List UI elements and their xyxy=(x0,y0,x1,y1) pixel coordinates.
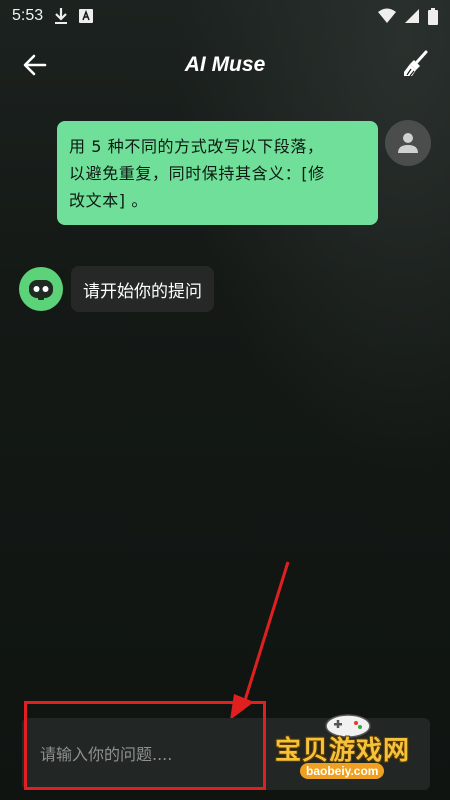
broom-icon xyxy=(404,50,428,77)
message-line: 改文本] 。 xyxy=(69,191,148,210)
page-title: AI Muse xyxy=(184,53,266,76)
message-line: 以避免重复，同时保持其含义：[修 xyxy=(69,164,325,183)
watermark-text: 宝贝游戏网 xyxy=(275,736,411,766)
robot-icon xyxy=(29,280,53,300)
battery-icon xyxy=(428,7,438,25)
back-button[interactable] xyxy=(20,50,50,80)
user-message-bubble[interactable]: 用 5 种不同的方式改写以下段落， 以避免重复，同时保持其含义：[修 改文本] … xyxy=(57,121,378,225)
status-bar: 5:53 xyxy=(0,0,450,32)
user-avatar xyxy=(385,120,431,166)
watermark-url: baobeiy.com xyxy=(300,763,385,779)
a-box-icon xyxy=(79,9,94,23)
download-icon xyxy=(55,8,68,24)
clear-chat-button[interactable] xyxy=(402,50,432,80)
person-icon xyxy=(398,133,418,153)
annotation-highlight-box xyxy=(24,701,266,790)
arrow-left-icon xyxy=(23,54,47,76)
wifi-icon xyxy=(378,8,396,23)
watermark: 宝贝游戏网 baobeiy.com xyxy=(268,712,428,794)
message-line: 用 5 种不同的方式改写以下段落， xyxy=(69,137,324,156)
status-time: 5:53 xyxy=(12,7,44,24)
app-bar: AI Muse xyxy=(0,36,450,94)
signal-icon xyxy=(405,9,419,23)
bot-avatar xyxy=(19,267,63,311)
bot-message-bubble[interactable]: 请开始你的提问 xyxy=(71,266,214,312)
